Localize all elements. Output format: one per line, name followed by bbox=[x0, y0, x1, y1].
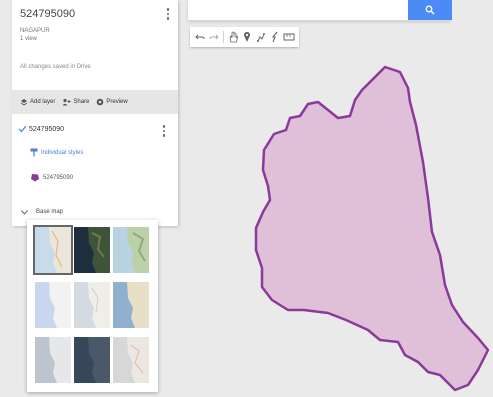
draw-line-icon[interactable] bbox=[255, 29, 267, 45]
polygon-feature-icon bbox=[31, 174, 39, 182]
basemap-simple-atlas[interactable] bbox=[113, 282, 149, 328]
save-status: All changes saved in Drive bbox=[20, 64, 91, 70]
share-button[interactable]: Share bbox=[62, 98, 89, 106]
paint-roller-icon bbox=[30, 148, 38, 157]
feature-item[interactable]: 524795090 bbox=[30, 173, 73, 182]
layer-style-link[interactable]: Individual styles bbox=[30, 148, 83, 157]
undo-icon[interactable] bbox=[194, 29, 206, 45]
redo-icon[interactable] bbox=[208, 29, 220, 45]
basemap-picker bbox=[27, 220, 158, 392]
add-layer-label: Add layer bbox=[30, 99, 56, 105]
preview-eye-icon bbox=[97, 98, 104, 106]
basemap-mono-city[interactable] bbox=[74, 282, 110, 328]
basemap-satellite[interactable] bbox=[74, 227, 110, 273]
ruler-icon[interactable] bbox=[283, 29, 295, 45]
layer-style-label: Individual styles bbox=[41, 149, 84, 156]
panel-actions: Add layer Share Preview bbox=[12, 90, 178, 114]
basemap-whitewater[interactable] bbox=[113, 337, 149, 383]
map-toolbar bbox=[190, 27, 299, 47]
toolbar-divider bbox=[223, 31, 224, 43]
basemap-dark-landmass[interactable] bbox=[74, 337, 110, 383]
hand-icon[interactable] bbox=[227, 29, 239, 45]
basemap-light-political[interactable] bbox=[35, 282, 71, 328]
map-title[interactable]: 524795090 bbox=[20, 8, 75, 20]
search-icon bbox=[425, 5, 435, 15]
view-count: 1 view bbox=[20, 36, 38, 42]
preview-button[interactable]: Preview bbox=[96, 98, 128, 106]
layer-visible-checkbox-icon[interactable] bbox=[18, 125, 27, 133]
add-layer-icon bbox=[20, 99, 28, 106]
map-description: NAGAPUR bbox=[20, 28, 50, 34]
basemap-terrain[interactable] bbox=[113, 227, 149, 273]
basemap-toggle[interactable]: Base map bbox=[12, 205, 178, 221]
district-polygon[interactable] bbox=[254, 65, 490, 392]
basemap-light-landmass[interactable] bbox=[35, 337, 71, 383]
share-person-icon bbox=[62, 98, 71, 106]
share-label: Share bbox=[73, 99, 90, 105]
chevron-down-icon bbox=[21, 210, 28, 215]
layer-item[interactable]: 524795090 bbox=[12, 122, 178, 137]
basemap-map[interactable] bbox=[33, 225, 73, 275]
add-layer-button[interactable]: Add layer bbox=[20, 98, 55, 106]
layer-options-icon[interactable] bbox=[162, 125, 166, 137]
preview-label: Preview bbox=[106, 99, 128, 105]
marker-icon[interactable] bbox=[241, 29, 253, 45]
map-options-icon[interactable] bbox=[166, 8, 170, 20]
search-button[interactable] bbox=[408, 0, 452, 20]
layers-panel: 524795090 NAGAPUR 1 view All changes sav… bbox=[12, 0, 178, 226]
route-icon[interactable] bbox=[269, 29, 281, 45]
feature-label: 524795090 bbox=[43, 174, 74, 181]
layer-name[interactable]: 524795090 bbox=[29, 126, 64, 133]
basemap-label: Base map bbox=[36, 209, 64, 215]
